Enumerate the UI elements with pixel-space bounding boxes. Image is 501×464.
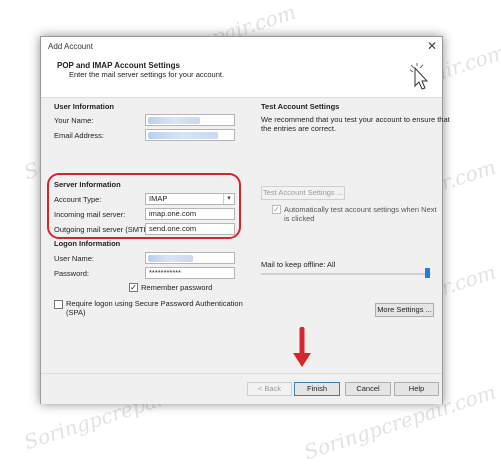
finish-button[interactable]: Finish <box>294 382 340 396</box>
arrow-down-icon <box>331 420 353 440</box>
user-info-heading: User Information <box>54 102 115 111</box>
header-subtitle: Enter the mail server settings for your … <box>69 70 225 79</box>
add-account-dialog: Add Account ✕ POP and IMAP Account Setti… <box>40 36 450 404</box>
header-title: POP and IMAP Account Settings <box>57 61 180 70</box>
cursor-icon <box>409 63 429 90</box>
help-button[interactable]: Help <box>394 382 439 396</box>
auto-test-checkbox[interactable]: ✓ <box>272 205 281 214</box>
password-field[interactable]: *********** <box>145 267 235 279</box>
spa-label-2: (SPA) <box>66 308 86 317</box>
test-account-settings-button[interactable]: Test Account Settings ... <box>261 186 345 200</box>
dialog-header: POP and IMAP Account Settings Enter the … <box>41 57 442 98</box>
username-label: User Name: <box>54 254 95 263</box>
spa-checkbox[interactable] <box>54 300 63 309</box>
remember-password-label: Remember password <box>141 283 213 292</box>
test-heading: Test Account Settings <box>261 102 340 111</box>
more-settings-button[interactable]: More Settings ... <box>375 303 434 317</box>
redacted-value <box>148 132 218 139</box>
redacted-value <box>148 117 200 124</box>
username-field[interactable] <box>145 252 235 264</box>
highlight-annotation <box>47 173 241 239</box>
email-label: Email Address: <box>54 131 105 140</box>
back-button[interactable]: < Back <box>247 382 292 396</box>
cancel-button[interactable]: Cancel <box>345 382 391 396</box>
redacted-value <box>148 255 193 262</box>
auto-test-label: Automatically test account settings when… <box>284 205 437 214</box>
your-name-label: Your Name: <box>54 116 94 125</box>
close-icon[interactable]: ✕ <box>427 39 437 53</box>
dialog-footer: < Back Finish Cancel Help <box>41 373 442 404</box>
logon-info-heading: Logon Information <box>54 239 121 248</box>
arrow-down-icon <box>293 327 311 367</box>
test-description-2: the entries are correct. <box>261 124 337 133</box>
offline-label: Mail to keep offline: <box>261 260 326 269</box>
window-title: Add Account <box>48 42 93 51</box>
offline-slider-thumb[interactable] <box>425 268 430 278</box>
auto-test-label-2: is clicked <box>284 214 315 223</box>
test-description: We recommend that you test your account … <box>261 115 450 124</box>
title-bar: Add Account ✕ <box>41 37 442 57</box>
your-name-field[interactable] <box>145 114 235 126</box>
settings-panel: User Information Your Name: Email Addres… <box>41 98 450 373</box>
remember-password-checkbox[interactable]: ✓ <box>129 283 138 292</box>
password-label: Password: <box>54 269 90 278</box>
email-field[interactable] <box>145 129 235 141</box>
spa-label: Require logon using Secure Password Auth… <box>66 299 243 308</box>
offline-value: All <box>327 260 336 269</box>
offline-slider-track[interactable] <box>261 273 431 275</box>
